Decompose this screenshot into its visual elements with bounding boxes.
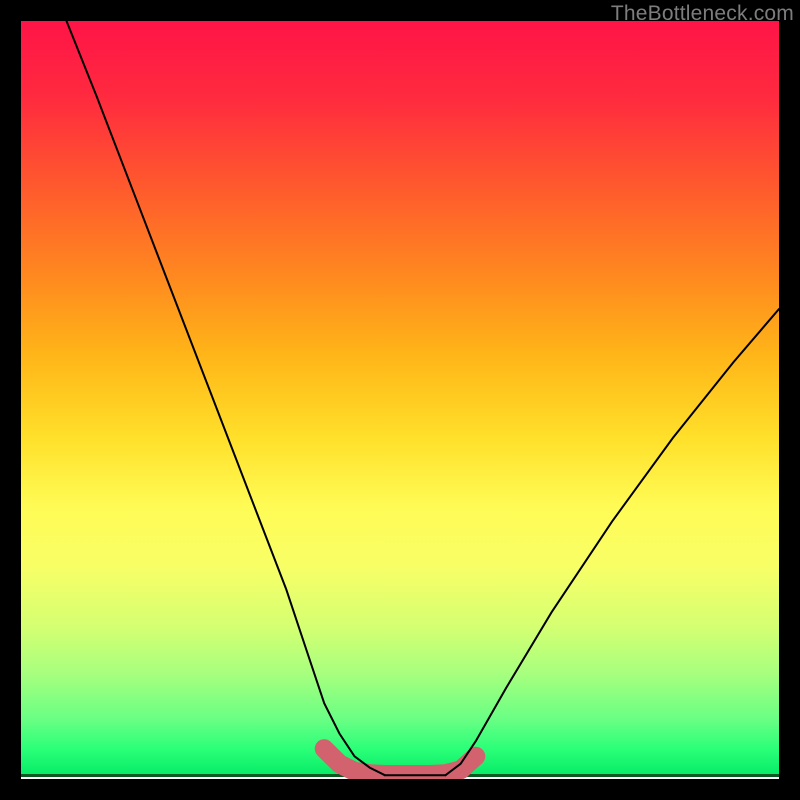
plot-area <box>21 21 779 779</box>
curve-svg <box>21 21 779 779</box>
right-curve <box>446 309 780 775</box>
chart-stage: TheBottleneck.com <box>0 0 800 800</box>
watermark-text: TheBottleneck.com <box>611 2 794 26</box>
left-curve <box>67 21 385 775</box>
